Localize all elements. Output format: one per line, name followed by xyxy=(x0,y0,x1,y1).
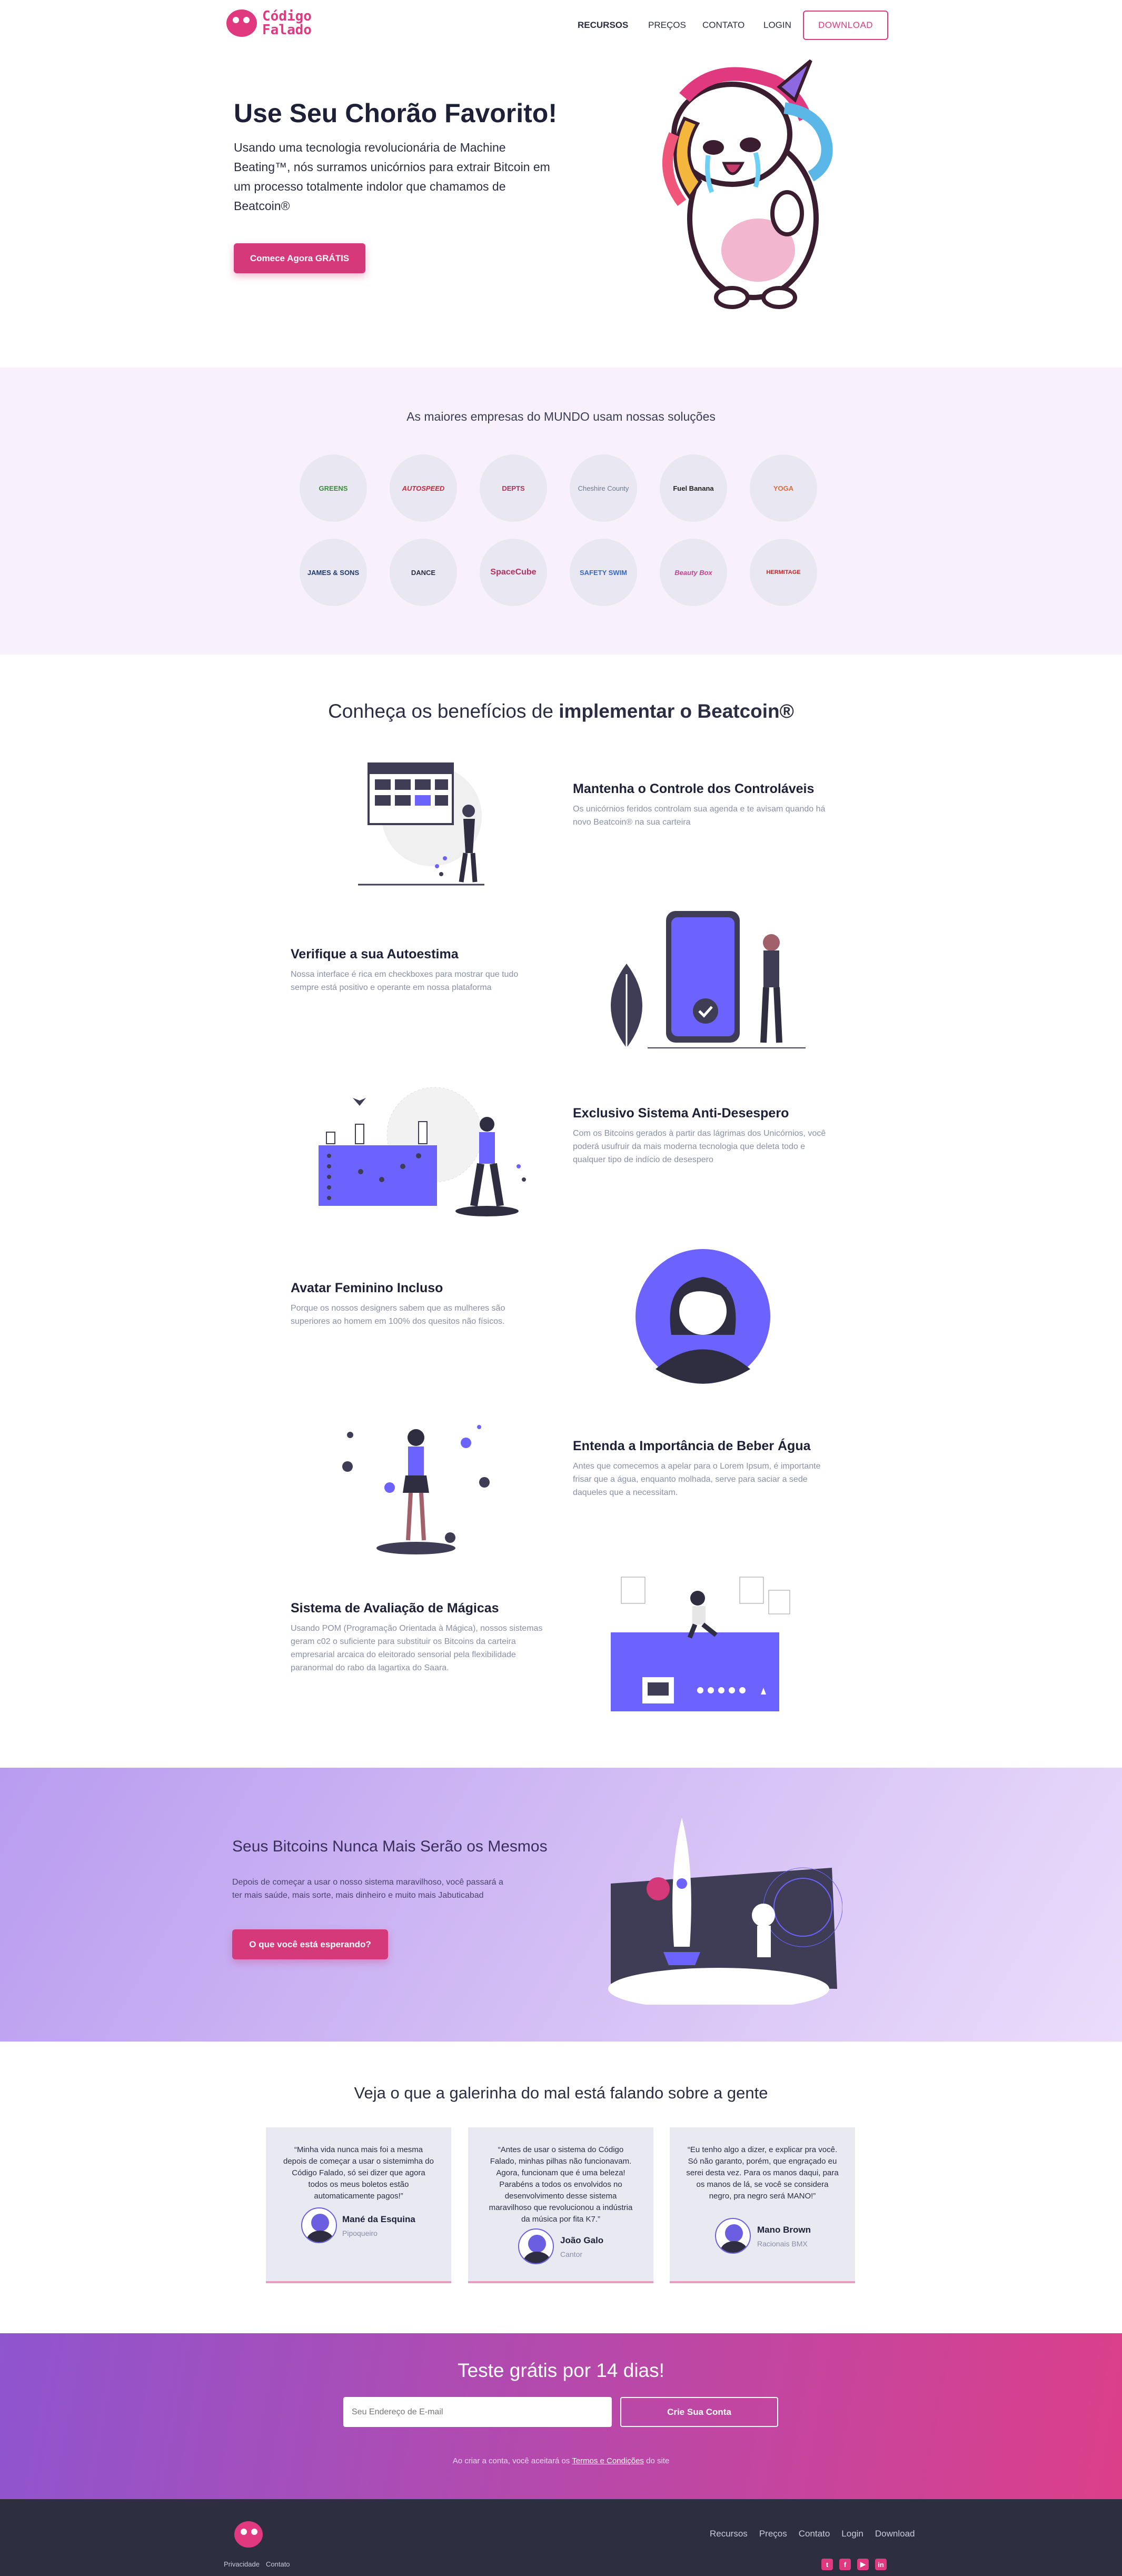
nav-contato[interactable]: CONTATO xyxy=(702,20,744,31)
client-logo-hermitage: HERMITAGE xyxy=(750,539,817,606)
trial-title: Teste grátis por 14 dias! xyxy=(458,2360,664,2381)
drinking-water-illustration xyxy=(342,1425,490,1554)
facebook-icon[interactable]: f xyxy=(839,2559,851,2570)
footer-link-recursos[interactable]: Recursos xyxy=(710,2529,748,2539)
footer-link-privacidade[interactable]: Privacidade xyxy=(224,2560,260,2568)
header: Código Falado RECURSOS PREÇOS CONTATO LO… xyxy=(0,0,1122,53)
logo-text-line2: Falado xyxy=(262,22,312,38)
footer-link-precos[interactable]: Preços xyxy=(759,2529,787,2539)
clients-section: As maiores empresas do MUNDO usam nossas… xyxy=(0,368,1122,655)
client-logo-dance: DANCE xyxy=(390,539,457,606)
benefit-3-text: Com os Bitcoins gerados à partir das lág… xyxy=(573,1129,826,1164)
terms-prefix: Ao criar a conta, você aceitará os xyxy=(452,2456,572,2465)
benefits-title-bold: implementar o Beatcoin® xyxy=(559,700,794,722)
testimonial-card: “Minha vida nunca mais foi a mesma depoi… xyxy=(266,2127,451,2283)
footer-logo[interactable] xyxy=(234,2521,263,2548)
testimonial-avatar xyxy=(518,2228,554,2264)
download-button[interactable]: DOWNLOAD xyxy=(803,11,888,40)
clients-title: As maiores empresas do MUNDO usam nossas… xyxy=(406,410,716,423)
testimonial-role: Cantor xyxy=(560,2250,583,2258)
testimonial-card: “Antes de usar o sistema do Código Falad… xyxy=(468,2127,653,2283)
client-logo-fuel-banana: Fuel Banana xyxy=(660,454,727,522)
anti-despair-illustration xyxy=(319,1087,526,1216)
testimonial-quote: “Eu tenho algo a dizer, e explicar pra v… xyxy=(686,2145,839,2201)
phone-check-illustration xyxy=(611,911,806,1048)
testimonial-quote: “Antes de usar o sistema do Código Falad… xyxy=(489,2145,633,2224)
terms-suffix: do site xyxy=(643,2456,670,2465)
benefit-6-text: Usando POM (Programação Orientada à Mági… xyxy=(291,1624,543,1672)
promo-cta-button[interactable]: O que você está esperando? xyxy=(232,1929,388,1959)
footer-link-login[interactable]: Login xyxy=(841,2529,863,2539)
nav-precos[interactable]: PREÇOS xyxy=(648,20,686,31)
trial-cta-section: Teste grátis por 14 dias! Crie Sua Conta… xyxy=(0,2333,1122,2499)
promo-section: Seus Bitcoins Nunca Mais Serão os Mesmos… xyxy=(0,1768,1122,2042)
benefits-title-prefix: Conheça os benefícios de xyxy=(328,700,559,722)
benefit-4-text: Porque os nossos designers sabem que as … xyxy=(291,1304,505,1326)
linkedin-icon[interactable]: in xyxy=(875,2559,887,2570)
brand-logo[interactable]: Código Falado xyxy=(226,9,312,37)
client-logo-safety-swim: SAFETY SWIM xyxy=(570,539,637,606)
testimonial-card: “Eu tenho algo a dizer, e explicar pra v… xyxy=(670,2127,855,2283)
testimonial-name: Mané da Esquina xyxy=(342,2214,415,2224)
benefit-5-title: Entenda a Importância de Beber Água xyxy=(573,1439,811,1453)
client-logo-james-sons: JAMES & SONS xyxy=(300,539,367,606)
footer-link-contato[interactable]: Contato xyxy=(799,2529,830,2539)
client-logo-greens: GREENS xyxy=(300,454,367,522)
logo-text: Código Falado xyxy=(262,9,312,37)
footer: Recursos Preços Contato Login Download P… xyxy=(0,2499,1122,2576)
calendar-illustration xyxy=(358,762,484,886)
footer-nav: Recursos Preços Contato Login Download xyxy=(710,2529,915,2539)
hero-text: Usando uma tecnologia revolucionária de … xyxy=(234,141,550,213)
client-logo-depts: DEPTS xyxy=(480,454,547,522)
promo-title: Seus Bitcoins Nunca Mais Serão os Mesmos xyxy=(232,1838,548,1855)
hero-title: Use Seu Chorão Favorito! xyxy=(234,98,557,128)
client-logo-cheshire: Cheshire County xyxy=(570,454,637,522)
testimonial-avatar xyxy=(301,2207,337,2243)
client-logo-beauty-box: Beauty Box xyxy=(660,539,727,606)
benefit-2-title: Verifique a sua Autoestima xyxy=(291,947,459,962)
benefit-1-text: Os unicórnios feridos controlam sua agen… xyxy=(573,805,826,827)
promo-text: Depois de começar a usar o nosso sistema… xyxy=(232,1878,503,1900)
testimonial-role: Racionais BMX xyxy=(757,2240,808,2248)
testimonials-title: Veja o que a galerinha do mal está falan… xyxy=(354,2084,768,2102)
logo-mark-icon xyxy=(226,9,257,37)
benefit-2-text: Nossa interface é rica em checkboxes par… xyxy=(291,970,519,992)
footer-link-contato-bottom[interactable]: Contato xyxy=(266,2560,290,2568)
create-account-button[interactable]: Crie Sua Conta xyxy=(620,2397,778,2427)
twitter-icon[interactable]: t xyxy=(821,2559,833,2570)
terms-text: Ao criar a conta, você aceitará os Termo… xyxy=(0,2456,1122,2465)
benefit-1-title: Mantenha o Controle dos Controláveis xyxy=(573,781,815,796)
logo-text-line1: Código xyxy=(262,8,312,24)
testimonial-role: Pipoqueiro xyxy=(342,2229,378,2237)
benefit-4-title: Avatar Feminino Incluso xyxy=(291,1281,443,1295)
magic-rating-illustration xyxy=(611,1577,790,1711)
benefit-5-text: Antes que comecemos a apelar para o Lore… xyxy=(573,1462,821,1497)
benefit-3-title: Exclusivo Sistema Anti-Desespero xyxy=(573,1106,789,1121)
youtube-icon[interactable]: ▶ xyxy=(857,2559,869,2570)
testimonial-quote: “Minha vida nunca mais foi a mesma depoi… xyxy=(283,2145,434,2201)
nav-recursos[interactable]: RECURSOS xyxy=(578,20,628,31)
hero-cta-button[interactable]: Comece Agora GRÁTIS xyxy=(234,243,365,273)
benefit-6-title: Sistema de Avaliação de Mágicas xyxy=(291,1601,499,1616)
terms-link[interactable]: Termos e Condições xyxy=(572,2456,644,2465)
nav-login[interactable]: LOGIN xyxy=(763,20,791,31)
benefits-title: Conheça os benefícios de implementar o B… xyxy=(0,700,1122,722)
female-avatar-icon xyxy=(636,1249,770,1384)
testimonial-name: Mano Brown xyxy=(757,2225,811,2235)
testimonial-name: João Galo xyxy=(560,2235,604,2245)
client-logo-autospeed: AUTOSPEED xyxy=(390,454,457,522)
client-logo-spacecube: SpaceCube xyxy=(480,539,547,606)
rocket-astronaut-illustration xyxy=(608,1818,842,2005)
email-input[interactable] xyxy=(343,2397,612,2427)
crying-unicorn-illustration xyxy=(662,59,833,309)
footer-link-download[interactable]: Download xyxy=(875,2529,915,2539)
testimonial-avatar xyxy=(715,2218,751,2254)
footer-logo-mark-icon xyxy=(234,2521,263,2548)
client-logo-yoga: YOGA xyxy=(750,454,817,522)
